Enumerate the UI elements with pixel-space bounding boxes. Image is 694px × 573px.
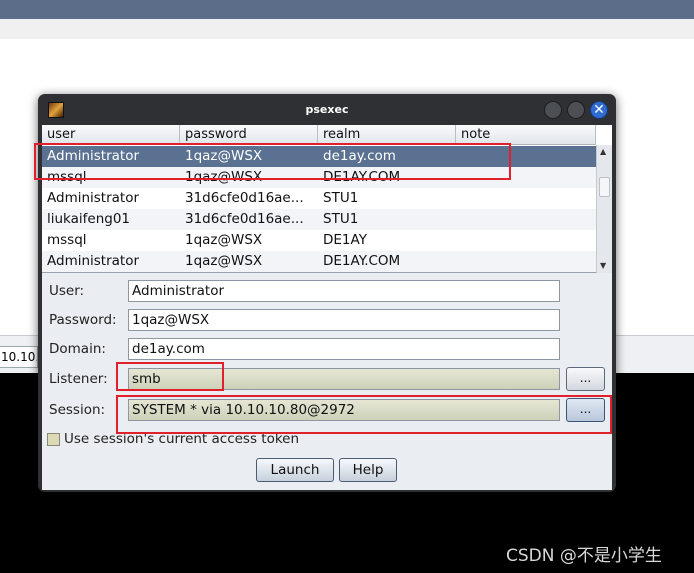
cell-user: Administrator: [47, 190, 140, 206]
background-toolbar: [0, 19, 694, 39]
scroll-thumb[interactable]: [599, 177, 610, 197]
background-app-header: [0, 0, 694, 19]
close-button[interactable]: ✕: [590, 101, 608, 119]
cell-password: 31d6cfe0d16ae...: [185, 211, 304, 227]
cell-user: mssql: [47, 232, 87, 248]
watermark: CSDN @不是小学生: [506, 546, 662, 566]
highlight-selected-row: [34, 143, 511, 180]
domain-label: Domain:: [49, 341, 106, 357]
cell-password: 31d6cfe0d16ae...: [185, 190, 304, 206]
cell-password: 1qaz@WSX: [185, 232, 263, 248]
column-header-password[interactable]: password: [180, 125, 318, 145]
access-token-checkbox[interactable]: [47, 433, 60, 446]
cell-realm: DE1AY: [323, 232, 367, 248]
user-input[interactable]: Administrator: [128, 280, 560, 302]
highlight-listener: [116, 362, 224, 391]
cell-realm: STU1: [323, 190, 359, 206]
cell-realm: DE1AY.COM: [323, 253, 401, 269]
column-header-realm[interactable]: realm: [318, 125, 456, 145]
listener-label: Listener:: [49, 371, 108, 387]
cell-user: Administrator: [47, 253, 140, 269]
password-input[interactable]: 1qaz@WSX: [128, 309, 560, 331]
maximize-button[interactable]: [567, 101, 585, 119]
close-icon: ✕: [593, 102, 605, 118]
dialog-title: psexec: [305, 103, 349, 116]
cell-user: liukaifeng01: [47, 211, 131, 227]
session-label: Session:: [49, 402, 106, 418]
background-session-tab[interactable]: 10.10.: [0, 346, 38, 368]
password-label: Password:: [49, 312, 117, 328]
minimize-button[interactable]: [544, 101, 562, 119]
column-header-user[interactable]: user: [42, 125, 180, 145]
scroll-up-icon[interactable]: ▲: [600, 147, 606, 156]
table-header: user password realm note: [42, 125, 596, 145]
table-row[interactable]: mssql 1qaz@WSX DE1AY: [42, 230, 596, 251]
table-row[interactable]: Administrator 31d6cfe0d16ae... STU1: [42, 188, 596, 209]
dialog-titlebar[interactable]: psexec ✕: [38, 94, 616, 125]
highlight-session: [116, 395, 612, 434]
help-button[interactable]: Help: [339, 458, 397, 482]
table-row[interactable]: Administrator 1qaz@WSX DE1AY.COM: [42, 251, 596, 272]
cell-password: 1qaz@WSX: [185, 253, 263, 269]
user-label: User:: [49, 283, 85, 299]
domain-input[interactable]: de1ay.com: [128, 338, 560, 360]
column-header-note[interactable]: note: [456, 125, 596, 145]
launch-button[interactable]: Launch: [256, 458, 334, 482]
table-scrollbar[interactable]: ▲ ▼: [596, 145, 612, 273]
table-row[interactable]: liukaifeng01 31d6cfe0d16ae... STU1: [42, 209, 596, 230]
listener-browse-button[interactable]: ...: [566, 367, 605, 391]
cell-realm: STU1: [323, 211, 359, 227]
scroll-down-icon[interactable]: ▼: [600, 261, 606, 270]
